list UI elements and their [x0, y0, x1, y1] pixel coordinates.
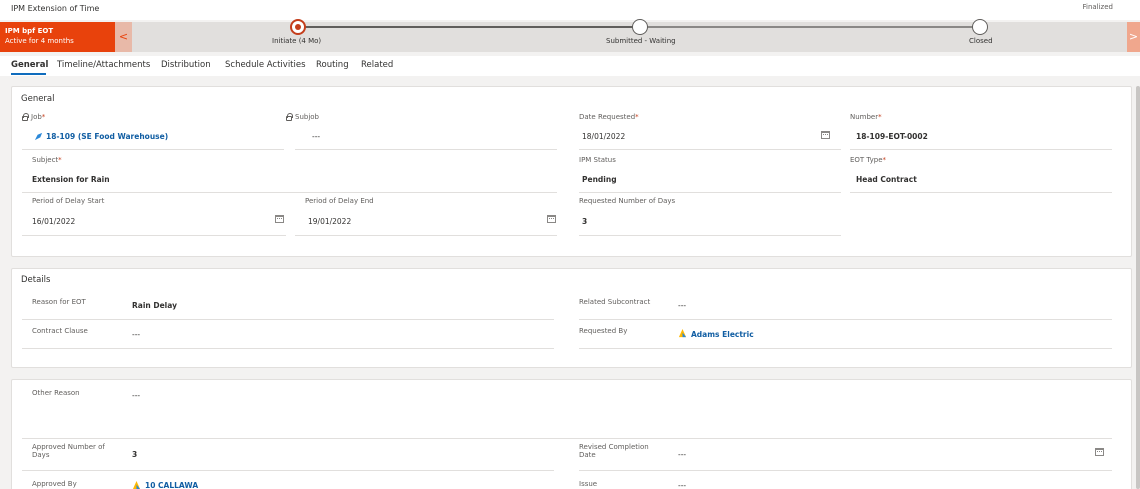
- eot-type-label: EOT Type*: [850, 156, 887, 164]
- reason-value[interactable]: Rain Delay: [132, 301, 177, 310]
- reason-underline: [22, 319, 554, 320]
- details-section-title: Details: [21, 275, 51, 285]
- details-section: Details Reason for EOT Rain Delay Relate…: [11, 268, 1132, 368]
- tab-schedule-activities[interactable]: Schedule Activities: [225, 60, 306, 70]
- ipm-status-value[interactable]: Pending: [582, 175, 617, 184]
- entity-title: IPM Extension of Time: [11, 4, 100, 13]
- subject-input[interactable]: Extension for Rain: [32, 175, 110, 184]
- other-reason-underline: [22, 438, 1112, 439]
- tab-routing[interactable]: Routing: [316, 60, 349, 70]
- account-icon: [678, 329, 687, 338]
- other-reason-label: Other Reason: [32, 389, 80, 397]
- eot-type-select[interactable]: Head Contract: [856, 175, 917, 184]
- reason-label: Reason for EOT: [32, 298, 86, 306]
- requested-by-label: Requested By: [579, 327, 628, 335]
- bpf-process-name: IPM bpf EOT: [5, 27, 54, 35]
- general-section-title: General: [21, 94, 55, 104]
- delay-start-input[interactable]: 16/01/2022: [32, 217, 75, 226]
- record-status: Finalized: [1082, 3, 1113, 11]
- revised-completion-underline: [579, 470, 1112, 471]
- related-subcontract-label: Related Subcontract: [579, 298, 651, 306]
- contract-clause-value[interactable]: ---: [132, 330, 140, 339]
- account-icon: [132, 481, 141, 489]
- form-scrollbar[interactable]: [1136, 86, 1140, 489]
- requested-days-underline: [579, 235, 841, 236]
- stage-initiate-label[interactable]: Initiate (4 Mo): [272, 37, 321, 45]
- date-requested-input[interactable]: 18/01/2022: [582, 132, 625, 141]
- tab-distribution[interactable]: Distribution: [161, 60, 211, 70]
- tab-general[interactable]: General: [11, 60, 48, 70]
- active-tab-indicator: [11, 73, 46, 75]
- delay-end-input[interactable]: 19/01/2022: [308, 217, 351, 226]
- delay-start-label: Period of Delay Start: [32, 197, 105, 205]
- ipm-status-label: IPM Status: [579, 156, 616, 164]
- delay-end-underline: [295, 235, 557, 236]
- job-field-underline: [22, 149, 284, 150]
- subject-label: Subject*: [32, 156, 62, 164]
- requested-days-label: Requested Number of Days: [579, 197, 676, 205]
- issue-value[interactable]: ---: [678, 481, 686, 489]
- approval-section: Other Reason --- Approved Number of Days …: [11, 379, 1132, 489]
- eot-type-underline: [850, 192, 1112, 193]
- contract-clause-label: Contract Clause: [32, 327, 88, 335]
- stage-initiate-marker[interactable]: [290, 19, 306, 35]
- date-requested-label: Date Requested*: [579, 113, 639, 121]
- related-subcontract-underline: [579, 319, 1112, 320]
- number-underline: [850, 149, 1112, 150]
- requested-by-underline: [579, 348, 1112, 349]
- date-requested-underline: [579, 149, 841, 150]
- delay-end-label: Period of Delay End: [305, 197, 374, 205]
- lock-icon: [22, 113, 29, 121]
- calendar-icon[interactable]: [821, 131, 830, 139]
- subject-underline: [22, 192, 557, 193]
- bpf-process-duration: Active for 4 months: [5, 37, 74, 45]
- tab-timeline-attachments[interactable]: Timeline/Attachments: [57, 60, 150, 70]
- requested-days-input[interactable]: 3: [582, 217, 587, 226]
- header-bar: IPM Extension of Time Finalized: [0, 0, 1140, 20]
- stage-closed-label[interactable]: Closed: [969, 37, 993, 45]
- delay-start-underline: [22, 235, 286, 236]
- stage-closed-marker[interactable]: [972, 19, 988, 35]
- contract-clause-underline: [22, 348, 554, 349]
- approved-by-label: Approved By: [32, 480, 77, 488]
- issue-label: Issue: [579, 480, 598, 488]
- number-label: Number*: [850, 113, 882, 121]
- lock-icon: [286, 113, 293, 121]
- form-tabs: General Timeline/Attachments Distributio…: [0, 56, 1140, 76]
- calendar-icon[interactable]: [547, 215, 556, 223]
- business-process-flow: IPM bpf EOT Active for 4 months < > Init…: [0, 19, 1140, 52]
- approved-days-input[interactable]: 3: [132, 450, 137, 459]
- stage-submitted-label[interactable]: Submitted - Waiting: [606, 37, 676, 45]
- stage-submitted-marker[interactable]: [632, 19, 648, 35]
- bpf-track-progress: [298, 26, 640, 28]
- related-subcontract-value[interactable]: ---: [678, 301, 686, 310]
- revised-completion-label: Revised Completion Date: [579, 443, 649, 459]
- job-entity-icon: [34, 132, 43, 141]
- ipm-status-underline: [579, 192, 841, 193]
- job-label: Job*: [31, 113, 46, 121]
- general-section: General Job* 18-109 (SE Food Warehouse) …: [11, 86, 1132, 257]
- approved-days-underline: [22, 470, 554, 471]
- calendar-icon[interactable]: [1095, 448, 1104, 456]
- bpf-process-flyout[interactable]: IPM bpf EOT Active for 4 months: [0, 22, 115, 52]
- calendar-icon[interactable]: [275, 215, 284, 223]
- revised-completion-input[interactable]: ---: [678, 450, 686, 459]
- other-reason-textarea[interactable]: ---: [132, 391, 140, 400]
- subjob-label: Subjob: [295, 113, 319, 121]
- number-value[interactable]: 18-109-EOT-0002: [856, 132, 928, 141]
- job-lookup-link[interactable]: 18-109 (SE Food Warehouse): [46, 132, 168, 141]
- bpf-prev-button[interactable]: <: [115, 22, 132, 52]
- tab-related[interactable]: Related: [361, 60, 393, 70]
- requested-by-link[interactable]: Adams Electric: [691, 330, 754, 339]
- approved-days-label: Approved Number of Days: [32, 443, 105, 459]
- subjob-value[interactable]: ---: [312, 132, 320, 141]
- subjob-field-underline: [295, 149, 557, 150]
- bpf-next-button[interactable]: >: [1127, 22, 1140, 52]
- approved-by-link[interactable]: 10 CALLAWA: [145, 481, 198, 489]
